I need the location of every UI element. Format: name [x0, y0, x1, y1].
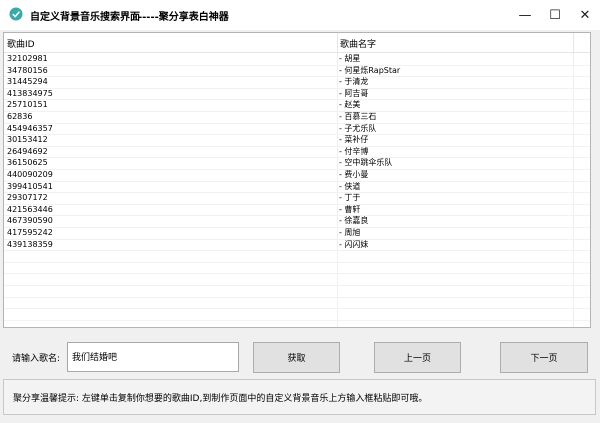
- song-name-cell[interactable]: - 菜补仔: [339, 134, 368, 146]
- grid-line: [4, 99, 590, 101]
- fetch-button[interactable]: 获取: [253, 342, 340, 373]
- list-rows: 32102981- 胡星 34780156- 何星烁RapStar 31445294…: [4, 53, 590, 250]
- column-divider[interactable]: [573, 33, 574, 52]
- table-row[interactable]: 32102981 - 胡星: [4, 53, 590, 65]
- song-list[interactable]: 歌曲ID 歌曲名字 32102981 - 胡星 34780156 - 何星烁RapSt…: [3, 32, 591, 328]
- song-name-input[interactable]: [72, 351, 232, 361]
- table-row[interactable]: 413834975 - 阿吉哥: [4, 88, 590, 100]
- grid-line: [4, 111, 590, 112]
- song-name-cell[interactable]: - 阿吉哥: [339, 88, 368, 100]
- song-id-cell[interactable]: 454946357: [7, 123, 53, 135]
- grid-line: [4, 238, 590, 240]
- table-row[interactable]: 36150625 - 空中跳伞乐队: [4, 157, 590, 169]
- song-id-cell[interactable]: 36150625: [7, 157, 48, 169]
- grid-line: [4, 308, 590, 310]
- song-id-cell[interactable]: 34780156: [7, 65, 48, 77]
- table-row[interactable]: 454946357 - 子尤乐队: [4, 123, 590, 135]
- song-id-cell[interactable]: 467390590: [7, 215, 53, 227]
- minimize-button[interactable]: —: [510, 0, 540, 30]
- song-name-cell[interactable]: - 侠道: [339, 181, 360, 193]
- column-divider[interactable]: [337, 33, 338, 52]
- song-id-cell[interactable]: 399410541: [7, 181, 53, 193]
- table-row[interactable]: 30153412 - 菜补仔: [4, 134, 590, 146]
- grid-line: [4, 261, 590, 263]
- song-name-field[interactable]: [67, 342, 239, 372]
- tip-bar: 聚分享温馨提示: 左键单击复制你想要的歌曲ID,到制作页面中的自定义背景音乐上方…: [3, 379, 596, 415]
- grid-line: [4, 215, 590, 217]
- grid-line: [4, 296, 590, 298]
- song-name-cell[interactable]: - 徐嘉良: [339, 215, 368, 227]
- song-name-cell[interactable]: - 丁于: [339, 192, 360, 204]
- song-id-cell[interactable]: 30153412: [7, 134, 48, 146]
- next-page-button[interactable]: 下一页: [500, 342, 588, 373]
- previous-page-button[interactable]: 上一页: [374, 342, 461, 373]
- maximize-button[interactable]: ☐: [540, 0, 570, 30]
- grid-line: [4, 157, 590, 159]
- grid-line: [4, 227, 590, 228]
- table-row[interactable]: 31445294 - 于清龙: [4, 76, 590, 88]
- table-row[interactable]: 25710151 - 赵美: [4, 99, 590, 111]
- grid-line: [4, 169, 590, 170]
- tip-text: 聚分享温馨提示: 左键单击复制你想要的歌曲ID,到制作页面中的自定义背景音乐上方…: [13, 394, 428, 404]
- window-title: 自定义背景音乐搜索界面: [30, 12, 140, 23]
- grid-line: [4, 285, 590, 286]
- song-name-cell[interactable]: - 闪闪妹: [339, 239, 368, 251]
- grid-line: [4, 273, 590, 275]
- song-name-cell[interactable]: - 费小曼: [339, 169, 368, 181]
- table-row[interactable]: 439138359 - 闪闪妹: [4, 239, 590, 251]
- song-id-cell[interactable]: 32102981: [7, 53, 48, 65]
- table-row[interactable]: 62836 - 百慕三石: [4, 111, 590, 123]
- table-row[interactable]: 467390590 - 徐嘉良: [4, 215, 590, 227]
- grid-line: [4, 122, 590, 124]
- grid-line: [4, 145, 590, 147]
- window-subtitle: -----聚分享表白神器: [138, 12, 229, 23]
- table-row[interactable]: 421563446 - 曹轩: [4, 204, 590, 216]
- close-button[interactable]: ✕: [570, 0, 600, 30]
- song-id-cell[interactable]: 440090209: [7, 169, 53, 181]
- table-row[interactable]: 26494692 - 付辛博: [4, 146, 590, 158]
- song-name-cell[interactable]: - 付辛博: [339, 146, 368, 158]
- song-id-cell[interactable]: 417595242: [7, 227, 53, 239]
- table-row[interactable]: 417595242 - 周旭: [4, 227, 590, 239]
- grid-line: [4, 64, 590, 66]
- song-id-cell[interactable]: 439138359: [7, 239, 53, 251]
- table-row[interactable]: 29307172 - 丁于: [4, 192, 590, 204]
- column-header-song-name[interactable]: 歌曲名字: [340, 37, 376, 50]
- grid-line: [4, 134, 590, 136]
- song-name-cell[interactable]: - 子尤乐队: [339, 123, 376, 135]
- song-id-cell[interactable]: 29307172: [7, 192, 48, 204]
- song-id-cell[interactable]: 31445294: [7, 76, 48, 88]
- app-logo-icon: [9, 7, 23, 21]
- song-name-cell[interactable]: - 何星烁RapStar: [339, 65, 400, 77]
- song-name-cell[interactable]: - 胡星: [339, 53, 360, 65]
- song-name-cell[interactable]: - 曹轩: [339, 204, 360, 216]
- grid-line: [4, 203, 590, 205]
- table-row[interactable]: 399410541 - 侠道: [4, 181, 590, 193]
- grid-line: [4, 192, 590, 194]
- song-id-cell[interactable]: 62836: [7, 111, 32, 123]
- title-bar[interactable]: 自定义背景音乐搜索界面 -----聚分享表白神器 — ☐ ✕: [0, 0, 600, 30]
- grid-line: [4, 319, 590, 321]
- song-id-cell[interactable]: 25710151: [7, 99, 48, 111]
- grid-line: [4, 250, 590, 252]
- song-name-cell[interactable]: - 于清龙: [339, 76, 368, 88]
- song-name-cell[interactable]: - 百慕三石: [339, 111, 376, 123]
- song-name-cell[interactable]: - 赵美: [339, 99, 360, 111]
- grid-line: [4, 87, 590, 89]
- app-window: 自定义背景音乐搜索界面 -----聚分享表白神器 — ☐ ✕ 歌曲ID 歌曲名字…: [0, 0, 600, 423]
- grid-line: [4, 180, 590, 182]
- song-name-label: 请输入歌名:: [12, 354, 61, 364]
- column-header-song-id[interactable]: 歌曲ID: [7, 37, 35, 50]
- song-id-cell[interactable]: 421563446: [7, 204, 53, 216]
- song-name-cell[interactable]: - 周旭: [339, 227, 360, 239]
- list-header: 歌曲ID 歌曲名字: [4, 33, 590, 53]
- song-id-cell[interactable]: 26494692: [7, 146, 48, 158]
- grid-line: [4, 76, 590, 78]
- song-name-cell[interactable]: - 空中跳伞乐队: [339, 157, 392, 169]
- table-row[interactable]: 34780156 - 何星烁RapStar: [4, 65, 590, 77]
- table-row[interactable]: 440090209 - 费小曼: [4, 169, 590, 181]
- song-id-cell[interactable]: 413834975: [7, 88, 53, 100]
